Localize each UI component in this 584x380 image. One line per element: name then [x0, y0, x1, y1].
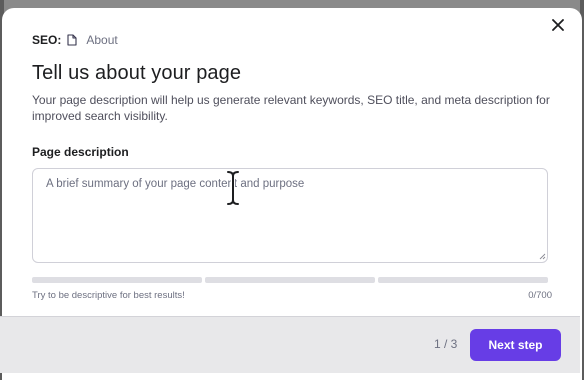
strength-segment [378, 277, 548, 283]
close-button[interactable] [547, 14, 569, 36]
strength-segment [32, 277, 202, 283]
page-icon [67, 34, 77, 46]
strength-segment [205, 277, 375, 283]
breadcrumb-page-name: About [86, 33, 118, 47]
modal-description: Your page description will help us gener… [32, 93, 550, 123]
page-description-placeholder: A brief summary of your page content and… [46, 178, 305, 190]
modal-title: Tell us about your page [32, 62, 242, 84]
description-strength-meter [32, 277, 548, 283]
resize-handle-icon[interactable] [538, 252, 546, 260]
next-step-button[interactable]: Next step [470, 329, 561, 361]
description-hint: Try to be descriptive for best results! [32, 290, 185, 301]
close-icon [552, 19, 564, 31]
text-cursor-icon [226, 170, 240, 206]
character-counter: 0/700 [528, 290, 552, 301]
step-indicator: 1 / 3 [434, 337, 458, 351]
page-description-label: Page description [32, 145, 129, 159]
breadcrumb: SEO: About [32, 32, 118, 48]
breadcrumb-label: SEO: [32, 33, 62, 47]
